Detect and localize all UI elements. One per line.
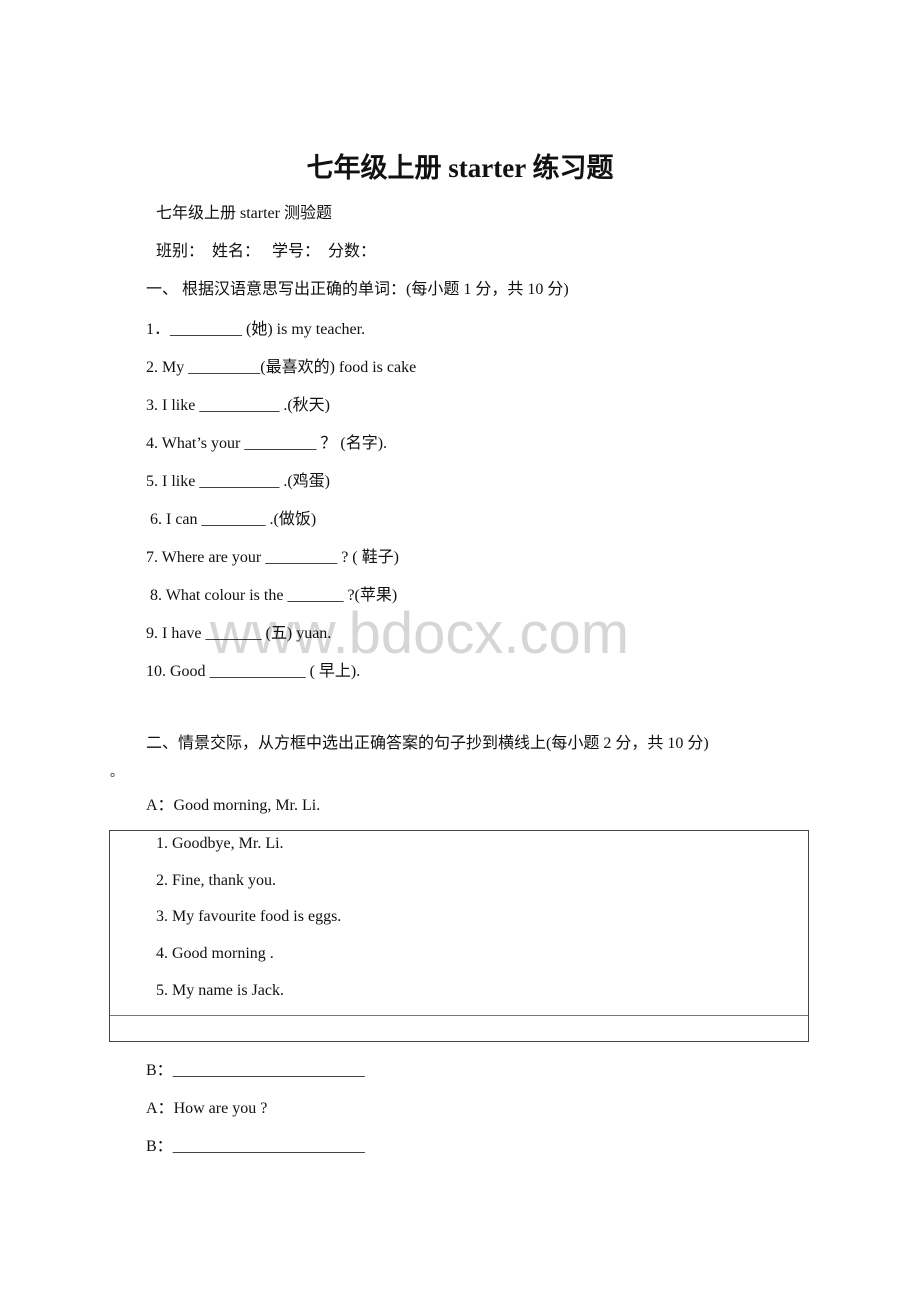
question-prefix: 7. Where are your <box>146 549 266 566</box>
answer-blank[interactable]: _________ <box>265 549 337 566</box>
options-box: 1. Goodbye, Mr. Li. 2. Fine, thank you. 3.… <box>109 830 809 1042</box>
question-suffix: ？ (名字). <box>316 435 388 452</box>
question-item: 8. What colour is the _______ ?(苹果) <box>146 586 397 606</box>
dialog-line-a-greeting: A：Good morning, Mr. Li. <box>146 797 321 814</box>
answer-blank[interactable]: _________ <box>188 359 260 376</box>
question-item: 7. Where are your _________ ? ( 鞋子) <box>146 548 399 568</box>
dialog-line: B：________________________ <box>146 1137 365 1157</box>
option-item: 4. Good morning . <box>156 945 274 962</box>
question-suffix: (她) is my teacher. <box>242 321 366 338</box>
dialog-answer-blank[interactable]: ________________________ <box>173 1138 365 1155</box>
answer-blank[interactable]: __________ <box>199 473 279 490</box>
question-suffix: .(秋天) <box>279 397 330 414</box>
dialog-text: How are you ? <box>173 1100 268 1117</box>
answer-blank[interactable]: ____________ <box>210 663 306 680</box>
answer-blank[interactable]: _________ <box>244 435 316 452</box>
document-title: 七年级上册 starter 练习题 <box>306 153 614 183</box>
question-item: 5. I like __________ .(鸡蛋) <box>146 472 330 492</box>
question-item: 6. I can ________ .(做饭) <box>146 510 316 530</box>
option-item: 3. My favourite food is eggs. <box>156 908 342 925</box>
question-suffix: ? ( 鞋子) <box>337 549 399 566</box>
answer-blank[interactable]: __________ <box>199 397 279 414</box>
question-prefix: 3. I like <box>146 397 200 414</box>
answer-blank[interactable]: ________ <box>202 511 266 528</box>
question-prefix: 8. What colour is the <box>146 587 288 604</box>
question-item: 3. I like __________ .(秋天) <box>146 396 330 416</box>
answer-blank[interactable]: _________ <box>170 321 242 338</box>
question-item: 9. I have _______ (五) yuan. <box>146 624 331 644</box>
option-item: 2. Fine, thank you. <box>156 872 276 889</box>
answer-blank[interactable]: _______ <box>287 587 343 604</box>
answer-blank[interactable]: _______ <box>206 625 262 642</box>
question-item: 2. My _________(最喜欢的) food is cake <box>146 358 416 378</box>
question-item: 4. What’s your _________ ？ (名字). <box>146 434 387 454</box>
section2-heading-tail: 。 <box>110 764 124 779</box>
document-page: www.bdocx.com 七年级上册 starter 练习题 七年级上册 st… <box>0 0 920 1302</box>
question-prefix: 10. Good <box>146 663 210 680</box>
question-suffix: ?(苹果) <box>343 587 398 604</box>
dialog-speaker: B： <box>146 1062 173 1079</box>
document-subtitle: 七年级上册 starter 测验题 <box>156 205 332 222</box>
question-prefix: 9. I have <box>146 625 206 642</box>
option-item: 1. Goodbye, Mr. Li. <box>156 835 284 852</box>
question-prefix: 2. My <box>146 359 189 376</box>
option-item: 5. My name is Jack. <box>156 982 284 999</box>
student-info-line: 班别： 姓名： 学号： 分数： <box>156 243 377 260</box>
options-box-divider <box>110 1015 808 1016</box>
question-suffix: (最喜欢的) food is cake <box>260 359 417 376</box>
question-item: 1．_________ (她) is my teacher. <box>146 320 365 340</box>
question-prefix: 4. What’s your <box>146 435 245 452</box>
dialog-speaker: A： <box>146 1100 174 1117</box>
question-suffix: .(鸡蛋) <box>279 473 330 490</box>
section2-heading: 二、情景交际，从方框中选出正确答案的句子抄到横线上(每小题 2 分，共 10 分… <box>146 735 709 752</box>
section1-heading: 一、 根据汉语意思写出正确的单词：(每小题 1 分，共 10 分) <box>146 281 569 298</box>
question-prefix: 6. I can <box>146 511 202 528</box>
question-prefix: 1． <box>146 321 171 338</box>
question-prefix: 5. I like <box>146 473 200 490</box>
dialog-speaker: B： <box>146 1138 173 1155</box>
dialog-answer-blank[interactable]: ________________________ <box>173 1062 365 1079</box>
question-suffix: ( 早上). <box>305 663 361 680</box>
question-item: 10. Good ____________ ( 早上). <box>146 662 360 682</box>
question-suffix: .(做饭) <box>265 511 317 528</box>
question-suffix: (五) yuan. <box>261 625 332 642</box>
dialog-line: A：How are you ? <box>146 1099 267 1119</box>
dialog-line: B：________________________ <box>146 1061 365 1081</box>
